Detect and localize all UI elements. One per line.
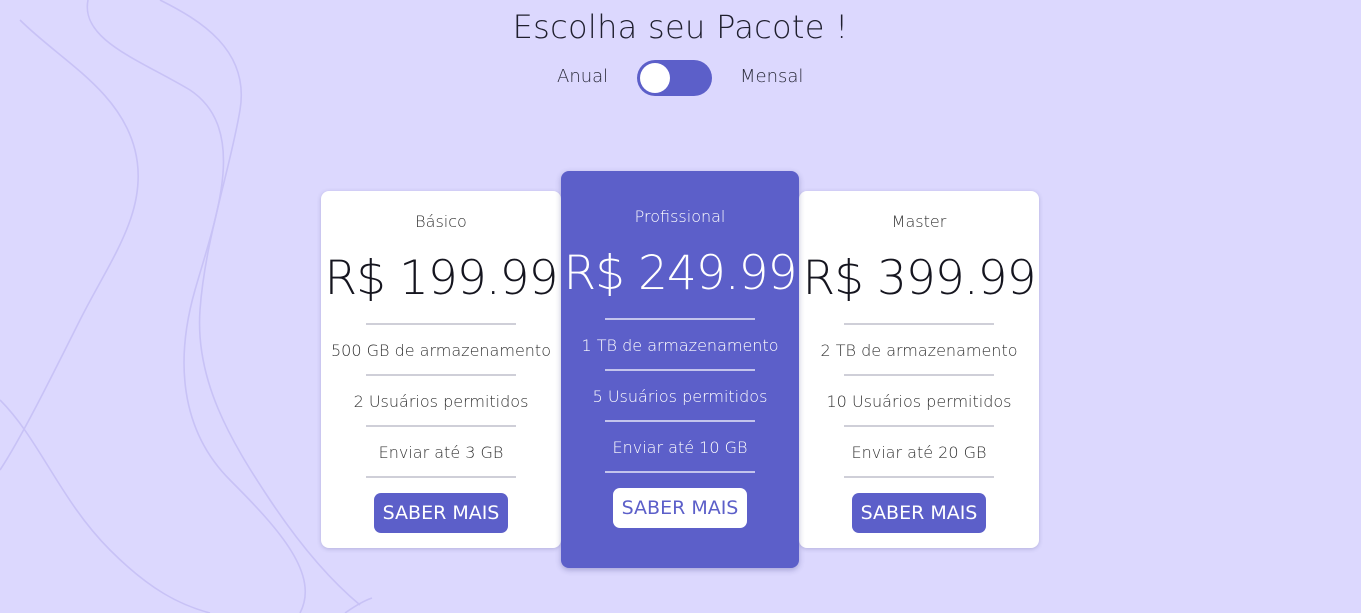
plan-price: R$ 399.99 xyxy=(802,251,1037,306)
divider xyxy=(366,323,516,325)
divider xyxy=(605,471,755,473)
plan-name: Master xyxy=(891,212,947,231)
feature-users: 2 Usuários permitidos xyxy=(353,392,529,411)
divider xyxy=(366,476,516,478)
saber-mais-button-basico[interactable]: SABER MAIS xyxy=(374,493,508,533)
plan-name: Profissional xyxy=(634,207,726,226)
billing-toggle-row: Anual Mensal xyxy=(0,60,1361,96)
divider xyxy=(605,318,755,320)
divider xyxy=(844,476,994,478)
plan-price: R$ 199.99 xyxy=(324,251,559,306)
plan-name: Básico xyxy=(415,212,467,231)
divider xyxy=(366,425,516,427)
page-title: Escolha seu Pacote ! xyxy=(512,8,849,46)
plan-card-basico: Básico R$ 199.99 500 GB de armazenamento… xyxy=(321,191,561,548)
divider xyxy=(844,374,994,376)
feature-storage: 2 TB de armazenamento xyxy=(820,341,1018,360)
plan-card-profissional: Profissional R$ 249.99 1 TB de armazenam… xyxy=(561,171,799,568)
feature-upload: Enviar até 10 GB xyxy=(612,438,748,457)
divider xyxy=(844,425,994,427)
feature-storage: 500 GB de armazenamento xyxy=(331,341,551,360)
toggle-knob xyxy=(640,63,670,93)
monthly-label: Mensal xyxy=(740,66,804,87)
feature-upload: Enviar até 3 GB xyxy=(378,443,504,462)
plan-price: R$ 249.99 xyxy=(563,246,798,301)
divider xyxy=(605,369,755,371)
saber-mais-button-master[interactable]: SABER MAIS xyxy=(852,493,986,533)
feature-users: 10 Usuários permitidos xyxy=(826,392,1012,411)
annual-label: Anual xyxy=(557,66,609,87)
feature-upload: Enviar até 20 GB xyxy=(851,443,987,462)
billing-period-toggle[interactable] xyxy=(637,60,712,96)
feature-storage: 1 TB de armazenamento xyxy=(581,336,779,355)
divider xyxy=(844,323,994,325)
saber-mais-button-profissional[interactable]: SABER MAIS xyxy=(613,488,747,528)
feature-users: 5 Usuários permitidos xyxy=(592,387,768,406)
plan-card-master: Master R$ 399.99 2 TB de armazenamento 1… xyxy=(799,191,1039,548)
divider xyxy=(605,420,755,422)
divider xyxy=(366,374,516,376)
